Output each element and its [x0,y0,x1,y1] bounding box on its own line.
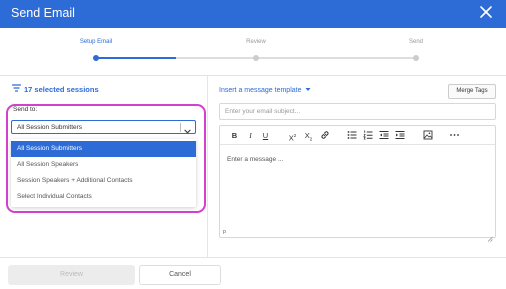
italic-icon[interactable]: I [245,130,256,141]
send-to-select[interactable]: All Session Submitters [11,120,196,134]
insert-template-dropdown[interactable]: Insert a message template [219,87,311,94]
dialog-title: Send Email [11,6,75,20]
email-subject-input[interactable]: Enter your email subject... [219,103,496,120]
option-select-individual-contacts[interactable]: Select Individual Contacts [11,189,196,205]
underline-icon[interactable]: U [260,130,271,141]
outdent-icon[interactable] [378,130,389,141]
progress-stepper: Setup Email Review Send [0,28,506,75]
editor-element-path: p [223,229,227,235]
subscript-icon[interactable]: X2 [303,130,314,142]
chevron-down-icon[interactable] [183,123,192,134]
close-icon[interactable] [478,4,494,20]
step-progress-fill [96,57,176,59]
more-options-icon[interactable] [449,130,460,141]
selected-sessions-link[interactable]: 17 selected sessions [11,84,99,94]
dialog-footer: Review Cancel [0,257,506,289]
send-to-selected-value: All Session Submitters [17,124,83,131]
option-all-session-speakers[interactable]: All Session Speakers [11,157,196,173]
bold-icon[interactable]: B [229,130,240,141]
insert-template-label: Insert a message template [219,87,302,94]
step-setup-email-label: Setup Email [79,39,113,45]
step-setup-email-dot [93,55,99,61]
dialog-header: Send Email [0,0,506,28]
message-body-placeholder: Enter a message ... [227,156,284,163]
step-review-dot [253,55,259,61]
option-all-session-submitters[interactable]: All Session Submitters [11,141,196,157]
review-button[interactable]: Review [8,265,135,285]
recipients-panel: 17 selected sessions Send to: All Sessio… [0,76,207,257]
insert-image-icon[interactable] [422,130,433,141]
editor-toolbar: B I U X2 X2 [220,126,495,145]
numbered-list-icon[interactable] [362,130,373,141]
compose-panel: Insert a message template Merge Tags Ent… [208,76,506,257]
merge-tags-button[interactable]: Merge Tags [448,84,496,99]
step-review-label: Review [246,39,266,45]
superscript-icon[interactable]: X2 [287,130,298,143]
bulleted-list-icon[interactable] [346,130,357,141]
message-editor[interactable]: B I U X2 X2 Enter a message ... p [219,125,496,242]
link-icon[interactable] [319,130,330,141]
step-send-label: Send [408,39,424,45]
cancel-button[interactable]: Cancel [139,265,221,285]
caret-down-icon [305,87,311,94]
option-speakers-additional-contacts[interactable]: Session Speakers + Additional Contacts [11,173,196,189]
send-to-label: Send to: [13,106,38,113]
step-send-dot [413,55,419,61]
filter-icon [11,84,22,94]
indent-icon[interactable] [394,130,405,141]
send-to-dropdown: All Session Submitters All Session Speak… [11,139,196,207]
resize-handle-icon[interactable] [487,229,493,242]
selected-sessions-label: 17 selected sessions [24,84,99,94]
select-separator [180,123,181,132]
